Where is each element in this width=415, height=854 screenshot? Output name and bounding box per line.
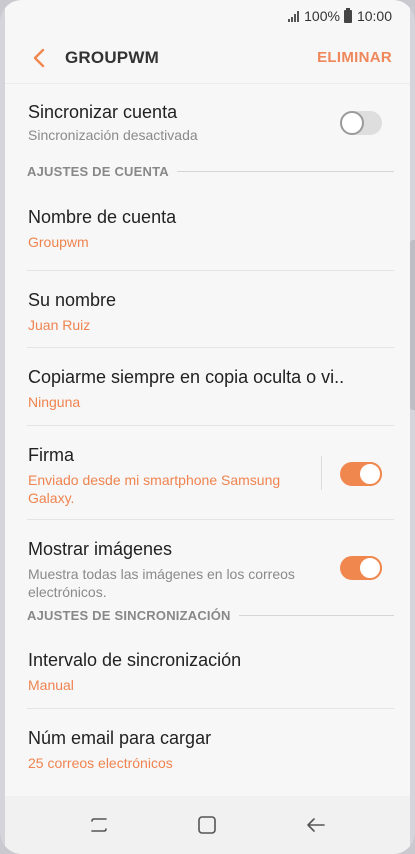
sync-interval-row[interactable]: Intervalo de sincronización Manual (27, 631, 394, 709)
settings-list: Sincronizar cuenta Sincronización desact… (5, 85, 410, 796)
home-icon[interactable] (183, 805, 231, 845)
bcc-value: Ninguna (28, 394, 81, 410)
battery-icon (343, 7, 352, 23)
bcc-label: Copiarme siempre en copia oculta o vi.. (28, 367, 345, 387)
clock: 10:00 (356, 8, 392, 24)
email-count-label: Núm email para cargar (28, 728, 212, 748)
sync-account-toggle[interactable] (340, 111, 382, 135)
chevron-left-icon[interactable] (17, 36, 61, 80)
sync-account-label: Sincronizar cuenta (28, 102, 178, 122)
recent-apps-icon[interactable] (75, 805, 123, 845)
your-name-value: Juan Ruiz (28, 317, 91, 333)
sync-account-row[interactable]: Sincronizar cuenta Sincronización desact… (27, 85, 394, 155)
app-header: GROUPWM ELIMINAR (5, 32, 410, 84)
status-bar: 100% 10:00 (5, 0, 410, 32)
device-frame: 100% 10:00 GROUPWM ELIMINAR Sincronizar … (0, 0, 415, 854)
account-name-value: Groupwm (28, 234, 89, 250)
back-arrow-icon[interactable] (292, 805, 340, 845)
navigation-bar (5, 796, 410, 854)
signal-icon (288, 10, 300, 22)
show-images-toggle[interactable] (340, 556, 382, 580)
show-images-desc: Muestra todas las imágenes en los correo… (28, 566, 295, 600)
section-sync-settings: AJUSTES DE SINCRONIZACIÓN (27, 599, 394, 631)
account-name-label: Nombre de cuenta (28, 207, 177, 227)
email-count-row[interactable]: Núm email para cargar 25 correos electró… (27, 709, 394, 787)
sync-interval-label: Intervalo de sincronización (28, 650, 242, 670)
screen: 100% 10:00 GROUPWM ELIMINAR Sincronizar … (5, 0, 410, 854)
divider (321, 456, 322, 490)
signature-toggle[interactable] (340, 462, 382, 486)
battery-percent: 100% (304, 8, 340, 24)
signature-label: Firma (28, 445, 74, 465)
signature-row[interactable]: Firma Enviado desde mi smartphone Samsun… (27, 426, 394, 520)
your-name-label: Su nombre (28, 290, 117, 310)
signature-value: Enviado desde mi smartphone Samsung Gala… (28, 472, 281, 506)
email-count-value: 25 correos electrónicos (28, 755, 173, 771)
sync-account-status: Sincronización desactivada (28, 127, 198, 143)
bcc-row[interactable]: Copiarme siempre en copia oculta o vi.. … (27, 348, 394, 426)
section-account-settings: AJUSTES DE CUENTA (27, 155, 394, 187)
device-edge (410, 240, 415, 410)
account-name-row[interactable]: Nombre de cuenta Groupwm (27, 187, 394, 271)
your-name-row[interactable]: Su nombre Juan Ruiz (27, 271, 394, 348)
page-title: GROUPWM (65, 47, 159, 67)
delete-button[interactable]: ELIMINAR (317, 49, 392, 66)
show-images-label: Mostrar imágenes (28, 539, 173, 559)
sync-interval-value: Manual (28, 677, 74, 693)
